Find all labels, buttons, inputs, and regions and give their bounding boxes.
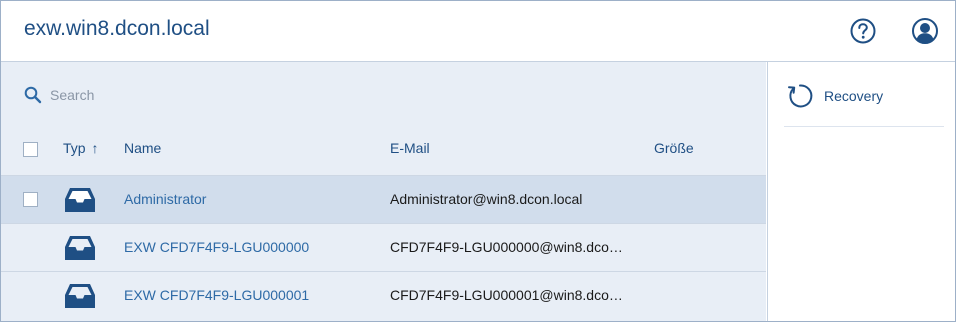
mailbox-email: Administrator@win8.dcon.local — [390, 191, 583, 207]
column-header-name[interactable]: Name — [124, 140, 161, 156]
mailbox-email: CFD7F4F9-LGU000000@win8.dcon.local — [390, 239, 630, 255]
recovery-icon — [788, 84, 813, 108]
recovery-label: Recovery — [824, 88, 884, 104]
sort-ascending-icon: ↑ — [91, 140, 99, 156]
mailbox-icon — [65, 236, 95, 260]
actions-panel: Recovery — [767, 62, 955, 321]
mailbox-list-pane: Typ ↑ Name E-Mail Größe Administrator Ad… — [1, 62, 766, 321]
mailbox-name[interactable]: Administrator — [124, 191, 206, 207]
mailbox-name[interactable]: EXW CFD7F4F9-LGU000001 — [124, 287, 309, 303]
select-all-checkbox[interactable] — [23, 142, 38, 157]
app-window: exw.win8.dcon.local Search Typ ↑ Name E-… — [0, 0, 956, 322]
header-bar: exw.win8.dcon.local — [1, 1, 955, 62]
column-header-email[interactable]: E-Mail — [390, 140, 430, 156]
table-row[interactable]: Administrator Administrator@win8.dcon.lo… — [1, 175, 766, 223]
table-row[interactable]: EXW CFD7F4F9-LGU000001 CFD7F4F9-LGU00000… — [1, 271, 766, 319]
help-circle-icon[interactable] — [849, 17, 877, 45]
user-account-icon[interactable] — [911, 17, 939, 45]
mailbox-icon — [65, 188, 95, 212]
search-box — [21, 82, 321, 108]
divider — [784, 126, 944, 127]
column-header-type[interactable]: Typ ↑ — [63, 140, 98, 156]
column-header-size[interactable]: Größe — [654, 140, 694, 156]
recovery-button[interactable]: Recovery — [784, 82, 944, 110]
page-title: exw.win8.dcon.local — [24, 17, 210, 40]
mailbox-email: CFD7F4F9-LGU000001@win8.dcon.local — [390, 287, 630, 303]
mailbox-name[interactable]: EXW CFD7F4F9-LGU000000 — [124, 239, 309, 255]
search-icon — [24, 86, 42, 104]
row-checkbox[interactable] — [23, 192, 38, 207]
column-header-type-label: Typ — [63, 140, 86, 156]
mailbox-icon — [65, 284, 95, 308]
table-row[interactable]: EXW CFD7F4F9-LGU000000 CFD7F4F9-LGU00000… — [1, 223, 766, 271]
search-input[interactable] — [48, 82, 312, 108]
